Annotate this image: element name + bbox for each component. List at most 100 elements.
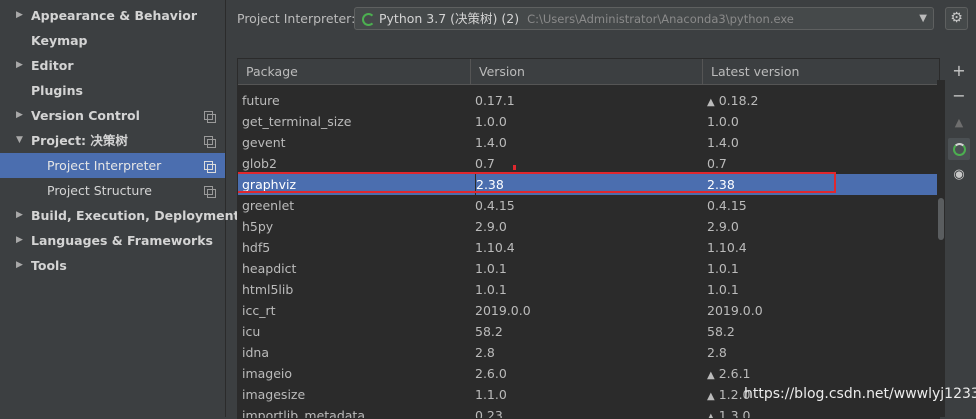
sidebar-item-label: Plugins (31, 83, 83, 98)
project-scope-icon (204, 161, 216, 173)
scrollbar-thumb[interactable] (938, 198, 944, 240)
package-version: 0.7 (475, 156, 495, 171)
table-row[interactable]: get_terminal_size 1.0.0 1.0.0 (238, 111, 939, 132)
package-version: 1.10.4 (475, 240, 515, 255)
package-name: html5lib (242, 282, 294, 297)
interpreter-dropdown[interactable]: Python 3.7 (决策树) (2) C:\Users\Administra… (354, 7, 934, 30)
package-latest-version: 2.9.0 (707, 216, 932, 237)
expand-right-icon[interactable]: ▶ (16, 203, 28, 228)
package-version: 1.0.1 (475, 282, 507, 297)
sidebar-item-label: Project Interpreter (47, 158, 162, 173)
latest-version-text: 2.9.0 (707, 219, 739, 234)
latest-version-text: 1.0.1 (707, 282, 739, 297)
sidebar-item-tools[interactable]: ▶ Tools (0, 253, 225, 278)
reload-spinner-icon[interactable] (948, 138, 970, 160)
table-row[interactable]: graphviz 2.38 2.38 (238, 165, 939, 195)
package-version: 2019.0.0 (475, 303, 531, 318)
column-header-version[interactable]: Version (471, 59, 703, 84)
package-name: idna (242, 345, 269, 360)
sidebar-item-project-interpreter[interactable]: Project Interpreter (0, 153, 225, 178)
latest-version-text: 1.3.0 (718, 408, 751, 419)
package-name: imagesize (242, 387, 306, 402)
table-row[interactable]: hdf5 1.10.4 1.10.4 (238, 237, 939, 258)
package-latest-version: 1.4.0 (707, 132, 932, 153)
project-scope-icon (204, 186, 216, 198)
gear-icon[interactable]: ⚙ (945, 7, 968, 30)
table-row[interactable]: icc_rt 2019.0.0 2019.0.0 (238, 300, 939, 321)
table-row[interactable]: h5py 2.9.0 2.9.0 (238, 216, 939, 237)
package-version: 2.8 (475, 345, 495, 360)
package-version: 1.0.1 (475, 261, 507, 276)
sidebar-item-editor[interactable]: ▶ Editor (0, 53, 225, 78)
table-row[interactable]: glob2 0.7 0.7 (238, 153, 939, 174)
package-name: glob2 (242, 156, 277, 171)
project-interpreter-label: Project Interpreter: (237, 11, 356, 26)
package-name: heapdict (242, 261, 297, 276)
upgrade-available-icon: ▲ (707, 391, 715, 402)
expand-right-icon[interactable]: ▶ (16, 253, 28, 278)
sidebar-item-languages-frameworks[interactable]: ▶ Languages & Frameworks (0, 228, 225, 253)
table-scrollbar[interactable] (937, 80, 945, 417)
table-row[interactable]: greenlet 0.4.15 0.4.15 (238, 195, 939, 216)
packages-table: Package Version Latest version future 0.1… (237, 58, 940, 419)
latest-version-text: 0.4.15 (707, 198, 747, 213)
upgrade-package-icon[interactable]: ▲ (948, 112, 970, 134)
sidebar-item-appearance-behavior[interactable]: ▶ Appearance & Behavior (0, 3, 225, 28)
package-name: gevent (242, 135, 286, 150)
sidebar-item-build-execution-deployment[interactable]: ▶ Build, Execution, Deployment (0, 203, 239, 228)
sidebar-item-label: Languages & Frameworks (31, 233, 213, 248)
table-row[interactable]: html5lib 1.0.1 1.0.1 (238, 279, 939, 300)
expand-right-icon[interactable]: ▶ (16, 228, 28, 253)
sidebar-item-project-structure[interactable]: Project Structure (0, 178, 225, 203)
expand-right-icon[interactable]: ▶ (16, 103, 28, 128)
table-row[interactable]: future 0.17.1 ▲ 0.18.2 (238, 90, 939, 111)
sidebar-item-version-control[interactable]: ▶ Version Control (0, 103, 225, 128)
sidebar-item-project[interactable]: ▼ Project: 决策树 (0, 128, 225, 153)
expand-right-icon[interactable]: ▶ (16, 3, 28, 28)
interpreter-name: Python 3.7 (决策树) (2) (379, 11, 520, 26)
project-scope-icon (204, 111, 216, 123)
package-latest-version: ▲ 2.6.1 (707, 363, 932, 384)
package-name: get_terminal_size (242, 114, 352, 129)
package-name: hdf5 (242, 240, 271, 255)
package-latest-version: 58.2 (707, 321, 932, 342)
latest-version-text: 58.2 (707, 324, 735, 339)
package-version: 2.38 (475, 174, 701, 195)
table-row[interactable]: imageio 2.6.0 ▲ 2.6.1 (238, 363, 939, 384)
latest-version-text: 2.8 (707, 345, 727, 360)
eye-icon[interactable]: ◉ (948, 164, 970, 186)
table-row[interactable]: gevent 1.4.0 1.4.0 (238, 132, 939, 153)
sidebar-item-label: Appearance & Behavior (31, 8, 197, 23)
package-version: 0.4.15 (475, 198, 515, 213)
spinner-ring (953, 143, 966, 156)
remove-package-icon[interactable]: − (948, 85, 970, 107)
annotation-mark (513, 165, 516, 170)
add-package-icon[interactable]: + (948, 60, 970, 82)
sidebar-item-label: Tools (31, 258, 67, 273)
latest-version-text: 0.7 (707, 156, 727, 171)
sidebar-item-label: Editor (31, 58, 74, 73)
latest-version-text: 2019.0.0 (707, 303, 763, 318)
package-latest-version: 0.7 (707, 153, 932, 174)
table-row[interactable]: icu 58.2 58.2 (238, 321, 939, 342)
column-header-package[interactable]: Package (238, 59, 471, 84)
expand-down-icon[interactable]: ▼ (16, 128, 28, 153)
package-latest-version: 1.0.1 (707, 258, 932, 279)
upgrade-available-icon: ▲ (707, 412, 715, 419)
package-latest-version: ▲ 0.18.2 (707, 90, 932, 111)
latest-version-text: 1.10.4 (707, 240, 747, 255)
package-latest-version: 2019.0.0 (707, 300, 932, 321)
package-name: imageio (242, 366, 293, 381)
expand-right-icon[interactable]: ▶ (16, 53, 28, 78)
sidebar-item-plugins[interactable]: Plugins (0, 78, 225, 103)
sidebar-item-keymap[interactable]: Keymap (0, 28, 225, 53)
package-latest-version: 1.0.1 (707, 279, 932, 300)
table-row[interactable]: heapdict 1.0.1 1.0.1 (238, 258, 939, 279)
package-name: greenlet (242, 198, 295, 213)
upgrade-available-icon: ▲ (707, 370, 715, 381)
package-version: 2.6.0 (475, 366, 507, 381)
column-header-latest-version[interactable]: Latest version (703, 59, 939, 84)
latest-version-text: 1.4.0 (707, 135, 739, 150)
table-row[interactable]: idna 2.8 2.8 (238, 342, 939, 363)
chevron-down-icon[interactable]: ▼ (919, 8, 927, 29)
